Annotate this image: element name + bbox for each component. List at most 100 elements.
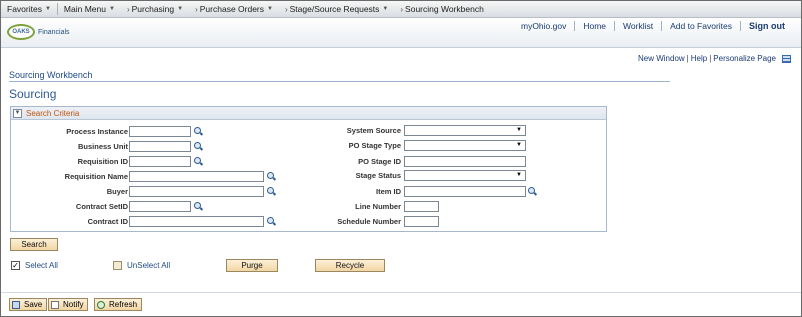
- buyer-input[interactable]: [129, 186, 264, 197]
- home-link[interactable]: Home: [575, 21, 614, 31]
- po-stage-type-select[interactable]: ▼: [404, 140, 526, 151]
- header-links: myOhio.gov Home Worklist Add to Favorite…: [513, 20, 793, 31]
- collapse-icon[interactable]: ▼: [13, 108, 22, 118]
- group-title: Search Criteria: [26, 108, 80, 118]
- logo-subtitle: Financials: [38, 28, 70, 36]
- search-criteria-group: ▼ Search Criteria Process Instance Busin…: [10, 106, 607, 232]
- refresh-icon: [97, 300, 105, 309]
- crumb-sourcing-workbench[interactable]: › Sourcing Workbench: [394, 1, 489, 18]
- page-breadcrumb-title: Sourcing Workbench: [9, 70, 93, 80]
- requisition-id-input[interactable]: [129, 156, 191, 167]
- lookup-icon[interactable]: [194, 157, 203, 166]
- notify-icon: [51, 300, 59, 309]
- lookup-icon[interactable]: [194, 142, 203, 151]
- personalize-page-link[interactable]: Personalize Page: [713, 54, 776, 63]
- process-instance-input[interactable]: [129, 126, 191, 137]
- buyer-label: Buyer: [106, 187, 128, 196]
- stage-status-label: Stage Status: [355, 171, 401, 180]
- contract-id-input[interactable]: [129, 216, 264, 227]
- unselect-all-link[interactable]: UnSelect All: [127, 261, 170, 270]
- chevron-down-icon: ▼: [267, 6, 273, 12]
- crumb-label: Purchasing: [131, 4, 175, 14]
- contract-id-label: Contract ID: [87, 217, 128, 226]
- process-instance-label: Process Instance: [66, 127, 128, 136]
- link-divider: |: [686, 54, 689, 63]
- requisition-id-label: Requisition ID: [77, 157, 128, 166]
- favorites-menu[interactable]: Favorites ▼: [1, 1, 57, 18]
- crumb-purchase-orders[interactable]: › Purchase Orders ▼: [189, 1, 279, 18]
- schedule-number-input[interactable]: [404, 216, 439, 227]
- select-all-link[interactable]: Select All: [25, 261, 58, 270]
- recycle-button[interactable]: Recycle: [315, 259, 385, 272]
- item-id-label: Item ID: [375, 187, 401, 196]
- business-unit-label: Business Unit: [77, 142, 128, 151]
- crumb-stage-source-requests[interactable]: › Stage/Source Requests ▼: [279, 1, 394, 18]
- item-id-input[interactable]: [404, 186, 526, 197]
- unselect-all-checkbox[interactable]: [113, 261, 122, 270]
- new-window-link[interactable]: New Window: [638, 54, 685, 63]
- save-icon: [12, 300, 20, 309]
- system-source-select[interactable]: ▼: [404, 125, 526, 136]
- schedule-number-label: Schedule Number: [337, 217, 401, 226]
- link-divider: |: [709, 54, 712, 63]
- crumb-label: Sourcing Workbench: [405, 4, 484, 14]
- notify-label: Notify: [63, 300, 84, 309]
- dropdown-arrow-icon: ▼: [516, 172, 522, 178]
- refresh-label: Refresh: [109, 300, 138, 309]
- business-unit-input[interactable]: [129, 141, 191, 152]
- line-number-input[interactable]: [404, 201, 439, 212]
- favorites-label: Favorites: [7, 4, 42, 14]
- crumb-label: Stage/Source Requests: [289, 4, 380, 14]
- notify-button[interactable]: Notify: [48, 298, 89, 311]
- lookup-icon[interactable]: [267, 187, 276, 196]
- header-banner: OAKS Financials myOhio.gov Home Worklist…: [1, 18, 801, 48]
- po-stage-id-label: PO Stage ID: [358, 157, 401, 166]
- page-title: Sourcing: [9, 87, 57, 101]
- refresh-button[interactable]: Refresh: [94, 298, 143, 311]
- dropdown-arrow-icon: ▼: [516, 142, 522, 148]
- oaks-logo: OAKS Financials: [7, 24, 70, 40]
- add-to-favorites-link[interactable]: Add to Favorites: [662, 21, 740, 31]
- breadcrumb-arrow-icon: ›: [126, 4, 130, 14]
- worklist-link[interactable]: Worklist: [615, 21, 661, 31]
- contract-setid-label: Contract SetID: [75, 202, 128, 211]
- main-menu-label: Main Menu: [63, 4, 106, 14]
- help-link[interactable]: Help: [691, 54, 707, 63]
- lookup-icon[interactable]: [267, 217, 276, 226]
- system-source-label: System Source: [346, 126, 401, 135]
- save-label: Save: [24, 300, 43, 309]
- toolbar-divider: [1, 292, 801, 293]
- grid-icon[interactable]: [782, 54, 791, 63]
- search-button[interactable]: Search: [10, 238, 58, 251]
- lookup-icon[interactable]: [194, 127, 203, 136]
- purge-button[interactable]: Purge: [226, 259, 278, 272]
- select-all-checkbox[interactable]: ✓: [11, 261, 20, 270]
- logo-mark: OAKS: [7, 24, 35, 40]
- breadcrumb-arrow-icon: ›: [400, 4, 404, 14]
- stage-status-select[interactable]: ▼: [404, 170, 526, 181]
- po-stage-type-label: PO Stage Type: [348, 141, 401, 150]
- crumb-purchasing[interactable]: › Purchasing ▼: [121, 1, 189, 18]
- title-divider: [9, 81, 670, 82]
- chevron-down-icon: ▼: [177, 6, 184, 12]
- lookup-icon[interactable]: [267, 172, 276, 181]
- top-navigation-bar: Favorites ▼ Main Menu ▼ › Purchasing ▼ › Purc…: [1, 1, 801, 18]
- page-links: New Window | Help | Personalize Page: [638, 54, 791, 63]
- group-header[interactable]: ▼ Search Criteria: [11, 107, 606, 120]
- main-menu[interactable]: Main Menu ▼: [58, 1, 121, 18]
- myohio-link[interactable]: myOhio.gov: [513, 21, 574, 31]
- chevron-down-icon: ▼: [382, 6, 389, 12]
- lookup-icon[interactable]: [528, 187, 537, 196]
- sign-out-link[interactable]: Sign out: [741, 21, 793, 31]
- chevron-down-icon: ▼: [108, 6, 115, 12]
- breadcrumb-arrow-icon: ›: [284, 4, 288, 14]
- save-button[interactable]: Save: [9, 298, 48, 311]
- po-stage-id-input[interactable]: [404, 156, 526, 167]
- chevron-down-icon: ▼: [44, 6, 51, 12]
- contract-setid-input[interactable]: [129, 201, 191, 212]
- crumb-label: Purchase Orders: [199, 4, 265, 14]
- lookup-icon[interactable]: [194, 202, 203, 211]
- requisition-name-input[interactable]: [129, 171, 264, 182]
- requisition-name-label: Requisition Name: [64, 172, 128, 181]
- breadcrumb-arrow-icon: ›: [195, 4, 198, 14]
